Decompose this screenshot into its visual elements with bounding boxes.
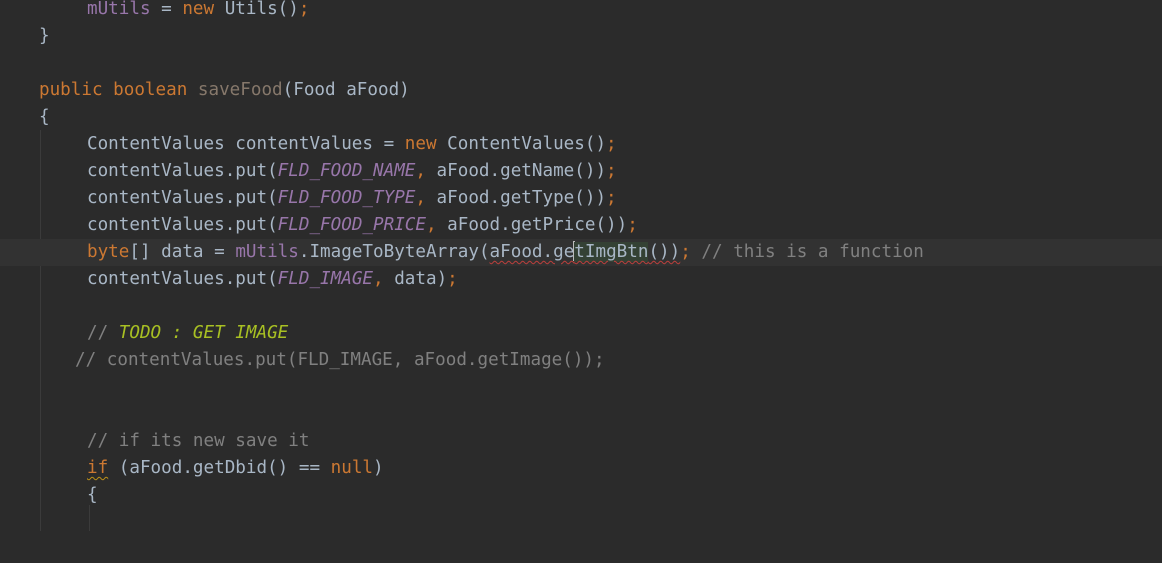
code-token: {	[39, 107, 50, 127]
code-comment: // this is a function	[690, 242, 924, 262]
code-line[interactable]: if (aFood.getDbid() == null)	[0, 455, 1162, 482]
code-token: ContentValues()	[436, 134, 607, 154]
code-token: contentValues.put(	[87, 269, 278, 289]
code-token: data)	[383, 269, 448, 289]
code-comment: //	[87, 323, 119, 343]
code-line[interactable]: contentValues.put(FLD_FOOD_TYPE, aFood.g…	[0, 185, 1162, 212]
code-token: contentValues.put(	[87, 188, 278, 208]
code-token: ;	[606, 188, 617, 208]
code-token: (Food aFood)	[282, 80, 410, 100]
code-token: aFood.getPrice())	[436, 215, 628, 235]
code-token: Utils()	[214, 0, 299, 19]
code-token: FLD_FOOD_NAME	[277, 161, 416, 181]
code-token: ;	[606, 134, 617, 154]
code-token: null	[330, 458, 374, 478]
code-line[interactable]: {	[0, 482, 1162, 509]
code-editor[interactable]: mUtils = new Utils(); } public boolean s…	[0, 0, 1162, 531]
code-line[interactable]: contentValues.put(FLD_FOOD_PRICE, aFood.…	[0, 212, 1162, 239]
code-token: FLD_FOOD_PRICE	[277, 215, 426, 235]
code-token: =	[150, 0, 183, 19]
code-token: FLD_IMAGE	[277, 269, 374, 289]
code-token: ,	[415, 188, 426, 208]
code-line-current[interactable]: byte[] data = mUtils.ImageToByteArray(aF…	[0, 239, 1162, 266]
code-line[interactable]: // if its new save it	[0, 428, 1162, 455]
code-line[interactable]: public boolean saveFood(Food aFood)	[0, 77, 1162, 104]
code-line[interactable]: contentValues.put(FLD_IMAGE, data);	[0, 266, 1162, 293]
code-token: aFood.getName())	[425, 161, 607, 181]
code-token: public	[39, 80, 103, 100]
code-token: ;	[606, 161, 617, 181]
code-token: if	[87, 458, 109, 478]
code-token: ;	[298, 0, 310, 19]
code-token: contentValues.put(	[87, 161, 278, 181]
code-token: ,	[373, 269, 384, 289]
code-token: ContentValues contentValues =	[87, 134, 405, 154]
todo-comment: TODO : GET IMAGE	[118, 323, 289, 343]
code-token: )	[373, 458, 384, 478]
code-token: mUtils	[87, 0, 151, 19]
code-token: {	[87, 485, 98, 505]
code-line[interactable]: ContentValues contentValues = new Conten…	[0, 131, 1162, 158]
code-token: ,	[425, 215, 437, 235]
code-token: ;	[680, 242, 691, 262]
code-line[interactable]: {	[0, 104, 1162, 131]
code-line[interactable]: // TODO : GET IMAGE	[0, 320, 1162, 347]
code-token: ;	[627, 215, 638, 235]
code-token: boolean	[113, 80, 188, 100]
code-token: mUtils	[235, 242, 299, 262]
code-token: .ImageToByteArray(	[298, 242, 490, 262]
code-token: ())	[648, 242, 681, 262]
error-token: aFood.ge	[489, 242, 575, 262]
code-token: new	[182, 0, 215, 19]
error-token: tImgBtn	[574, 242, 649, 262]
code-line[interactable]: // contentValues.put(FLD_IMAGE, aFood.ge…	[0, 347, 1162, 374]
code-token: new	[404, 134, 437, 154]
code-comment: // if its new save it	[87, 431, 310, 451]
code-token: (aFood.getDbid() ==	[108, 458, 331, 478]
code-token: ;	[447, 269, 458, 289]
code-token: FLD_FOOD_TYPE	[277, 188, 416, 208]
code-token: aFood.getType())	[425, 188, 607, 208]
code-token: }	[39, 26, 50, 46]
code-token: byte	[87, 242, 130, 262]
code-line[interactable]: mUtils = new Utils();	[0, 0, 1162, 23]
code-token: contentValues.put(	[87, 215, 278, 235]
code-token: ,	[415, 161, 426, 181]
code-line[interactable]: }	[0, 23, 1162, 50]
code-token: [] data =	[129, 242, 236, 262]
method-name: saveFood	[197, 80, 283, 100]
code-comment: // contentValues.put(FLD_IMAGE, aFood.ge…	[75, 350, 605, 370]
code-line[interactable]: contentValues.put(FLD_FOOD_NAME, aFood.g…	[0, 158, 1162, 185]
